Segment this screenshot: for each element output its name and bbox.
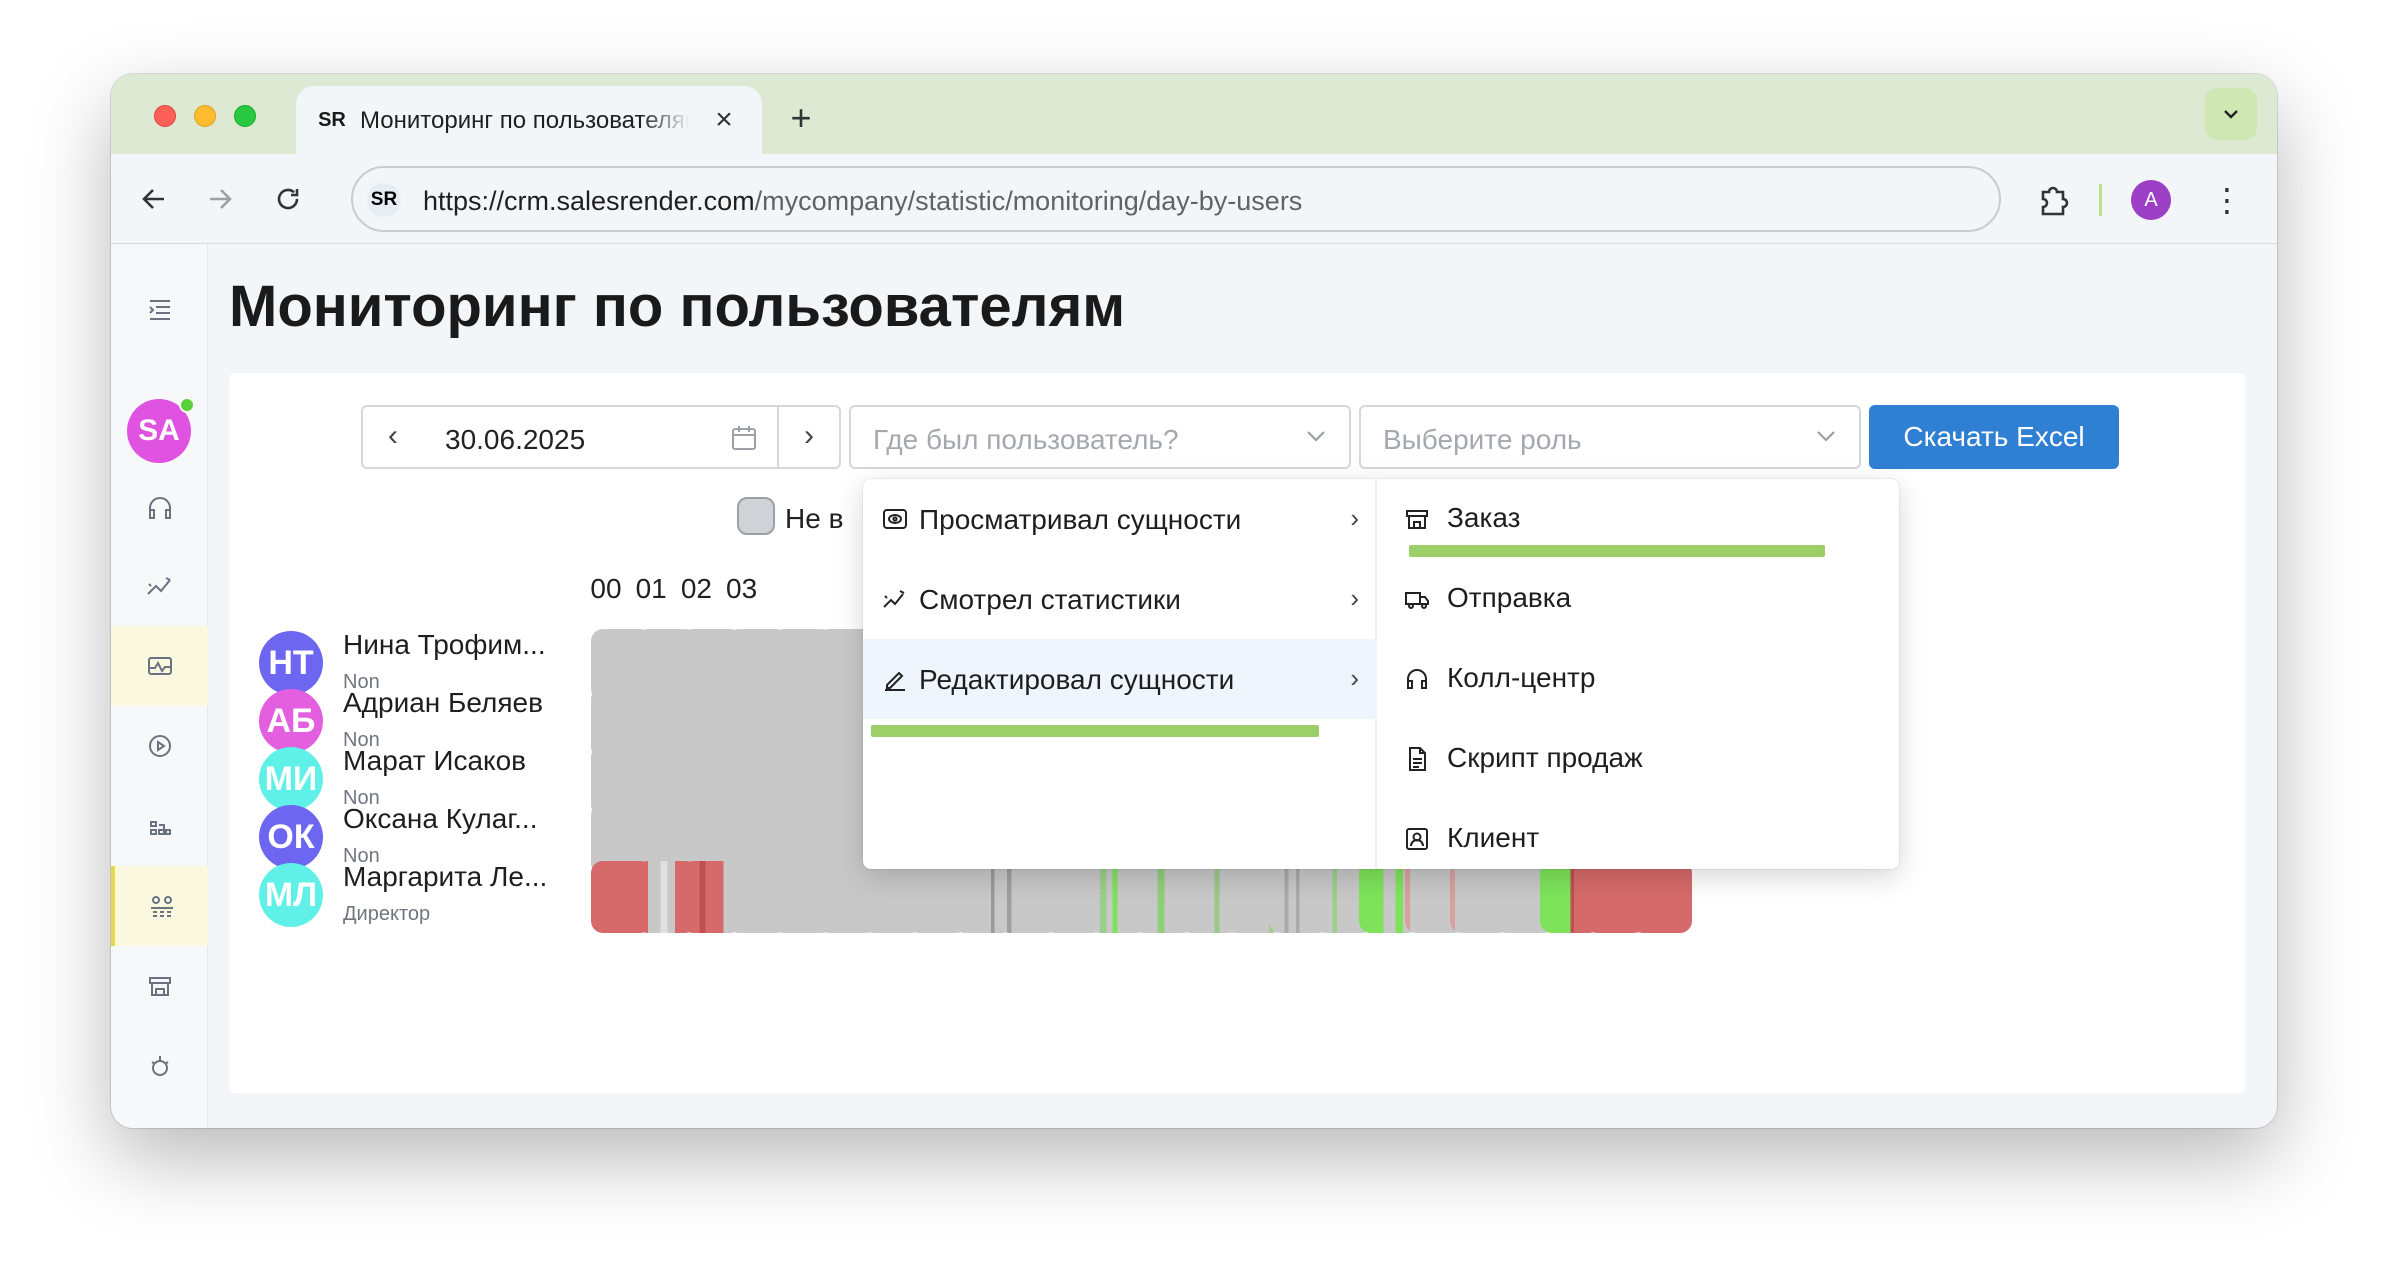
hover-indicator-bar <box>1409 545 1825 557</box>
document-icon <box>1409 747 1426 771</box>
where-dropdown-menu: Просматривал сущности › Смотрел статисти… <box>863 479 1899 869</box>
calendar-icon <box>732 426 756 450</box>
user-name: Маргарита Ле... <box>343 861 548 892</box>
chevron-right-icon: › <box>1350 663 1359 693</box>
browser-tab[interactable]: SR Мониторинг по пользователям × <box>296 86 762 154</box>
role-placeholder: Выберите роль <box>1383 424 1582 455</box>
dropdown-item-edited[interactable]: Редактировал сущности › <box>863 639 1377 719</box>
where-placeholder: Где был пользователь? <box>873 424 1179 455</box>
profile-avatar[interactable]: A <box>2131 180 2171 220</box>
user-role: Директор <box>343 903 431 925</box>
download-excel-button[interactable]: Скачать Excel <box>1869 405 2119 469</box>
chevron-right-icon: › <box>1350 503 1359 533</box>
chevron-down-icon <box>1307 431 1325 442</box>
browser-menu-icon[interactable]: ⋮ <box>2211 178 2243 222</box>
new-tab-icon[interactable]: + <box>781 98 821 138</box>
eye-box-icon <box>883 509 907 529</box>
blocks-icon[interactable] <box>111 786 208 866</box>
browser-toolbar: SR https://crm.salesrender.com/mycompany… <box>111 154 2277 244</box>
where-select[interactable]: Где был пользователь? <box>849 405 1351 469</box>
pencil-icon <box>885 671 905 691</box>
dropdown-subitem-script[interactable]: Скрипт продаж <box>1377 719 1899 799</box>
hour-label: 03 <box>726 573 758 604</box>
headset-icon[interactable] <box>111 468 208 548</box>
dropdown-item-viewed[interactable]: Просматривал сущности › <box>863 479 1377 559</box>
title-bar: SR Мониторинг по пользователям × + <box>111 74 2277 154</box>
app-sidebar: SA <box>111 245 208 1128</box>
store-icon <box>1406 510 1428 529</box>
extensions-puzzle-icon[interactable] <box>2033 180 2073 220</box>
users-grid-icon[interactable] <box>111 866 208 946</box>
reload-icon[interactable] <box>267 178 309 220</box>
browser-window: SR Мониторинг по пользователям × + SR ht… <box>111 74 2277 1128</box>
date-field[interactable]: 30.06.2025 <box>423 405 779 469</box>
chevron-down-icon <box>1817 431 1835 442</box>
user-name: Адриан Беляев <box>343 687 544 718</box>
favicon-icon: SR <box>316 104 348 136</box>
headset-icon <box>1407 669 1427 689</box>
url-text[interactable]: https://crm.salesrender.com/mycompany/st… <box>423 186 1302 217</box>
user-name: Оксана Кулаг... <box>343 803 538 834</box>
tab-search-chevron-icon[interactable] <box>2205 88 2257 140</box>
toggle-label: Не в <box>785 503 844 534</box>
back-arrow-icon[interactable] <box>133 178 175 220</box>
tab-close-icon[interactable]: × <box>706 102 742 138</box>
chart-icon <box>883 590 905 608</box>
play-icon[interactable] <box>111 706 208 786</box>
dropdown-subitem-client[interactable]: Клиент <box>1377 799 1899 879</box>
zoom-window-button[interactable] <box>234 105 256 127</box>
date-prev-button[interactable]: ‹ <box>361 405 425 469</box>
role-select[interactable]: Выберите роль <box>1359 405 1861 469</box>
dropdown-categories: Просматривал сущности › Смотрел статисти… <box>863 479 1377 869</box>
online-status-dot <box>179 397 195 413</box>
truck-icon <box>1405 592 1429 609</box>
tab-title: Мониторинг по пользователям <box>360 107 690 134</box>
chevron-right-icon: › <box>1350 583 1359 613</box>
activity-icon[interactable] <box>111 626 208 706</box>
user-avatar: МЛ <box>259 863 323 927</box>
contact-icon <box>1406 828 1428 850</box>
toggle-checkbox[interactable] <box>737 497 775 535</box>
minimize-window-button[interactable] <box>194 105 216 127</box>
dropdown-item-stats[interactable]: Смотрел статистики › <box>863 559 1377 639</box>
hover-indicator-bar <box>871 725 1319 737</box>
bug-icon[interactable] <box>111 1026 208 1106</box>
stats-icon[interactable] <box>111 546 208 626</box>
site-favicon-icon: SR <box>367 183 401 217</box>
dropdown-subitem-callcenter[interactable]: Колл-центр <box>1377 639 1899 719</box>
forward-arrow-icon[interactable] <box>199 178 241 220</box>
user-name: Марат Исаков <box>343 745 527 776</box>
page-title: Мониторинг по пользователям <box>229 274 1126 339</box>
close-window-button[interactable] <box>154 105 176 127</box>
user-name: Нина Трофим... <box>343 629 546 660</box>
store-icon[interactable] <box>111 946 208 1026</box>
menu-icon[interactable] <box>111 269 208 349</box>
toolbar-divider <box>2099 184 2102 216</box>
date-value: 30.06.2025 <box>445 424 586 455</box>
address-bar[interactable]: SR https://crm.salesrender.com/mycompany… <box>351 166 2001 232</box>
user-row[interactable]: МЛ Маргарита Ле... Директор <box>259 859 569 939</box>
dropdown-subitem-shipment[interactable]: Отправка <box>1377 559 1899 639</box>
date-next-button[interactable]: › <box>777 405 841 469</box>
